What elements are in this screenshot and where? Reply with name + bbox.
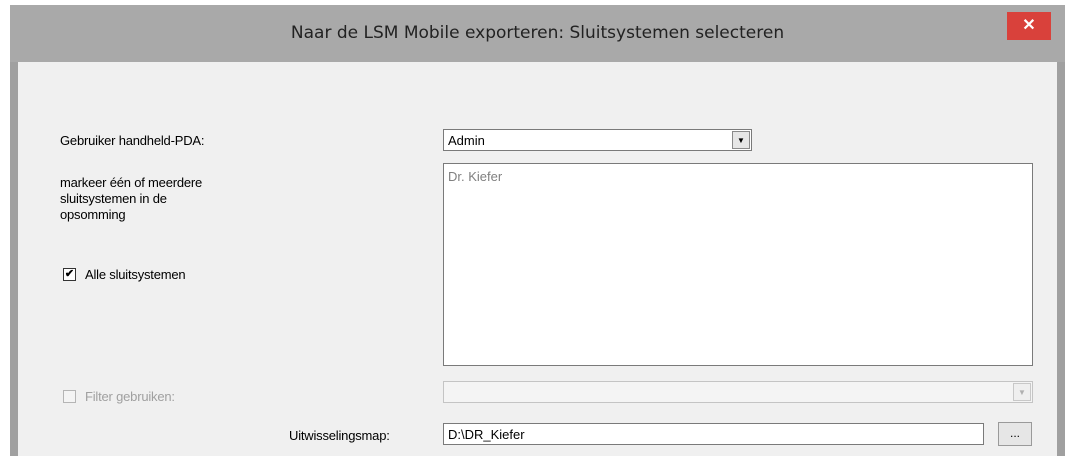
check-icon: ✔	[64, 268, 75, 280]
all-systems-checkbox[interactable]: ✔	[63, 268, 76, 281]
list-item[interactable]: Dr. Kiefer	[448, 169, 502, 184]
instruction-text: markeer één of meerdere sluitsystemen in…	[60, 175, 202, 223]
close-button[interactable]: ✕	[1007, 12, 1051, 40]
filter-label: Filter gebruiken:	[85, 389, 175, 404]
close-icon: ✕	[1022, 17, 1036, 34]
instruction-line-2: sluitsystemen in de	[60, 191, 167, 206]
user-select-value: Admin	[448, 133, 485, 148]
locking-systems-list[interactable]: Dr. Kiefer	[443, 163, 1033, 366]
dialog-body: Gebruiker handheld-PDA: Admin ▼ markeer …	[18, 62, 1057, 456]
instruction-line-1: markeer één of meerdere	[60, 175, 203, 190]
exchange-folder-value: D:\DR_Kiefer	[448, 427, 525, 442]
exchange-folder-label: Uitwisselingsmap:	[289, 428, 390, 443]
title-bar[interactable]: Naar de LSM Mobile exporteren: Sluitsyst…	[10, 5, 1065, 62]
filter-select[interactable]: ▼	[443, 381, 1033, 403]
filter-checkbox[interactable]	[63, 390, 76, 403]
instruction-line-3: opsomming	[60, 207, 126, 222]
chevron-down-icon[interactable]: ▼	[1013, 383, 1031, 401]
browse-button[interactable]: ...	[998, 422, 1032, 446]
user-label: Gebruiker handheld-PDA:	[60, 133, 205, 148]
dialog-title: Naar de LSM Mobile exporteren: Sluitsyst…	[290, 23, 785, 43]
export-dialog: Naar de LSM Mobile exporteren: Sluitsyst…	[10, 5, 1065, 456]
exchange-folder-input[interactable]: D:\DR_Kiefer	[443, 423, 984, 445]
user-select[interactable]: Admin ▼	[443, 129, 752, 151]
all-systems-label[interactable]: Alle sluitsystemen	[85, 267, 186, 282]
chevron-down-icon[interactable]: ▼	[732, 131, 750, 149]
